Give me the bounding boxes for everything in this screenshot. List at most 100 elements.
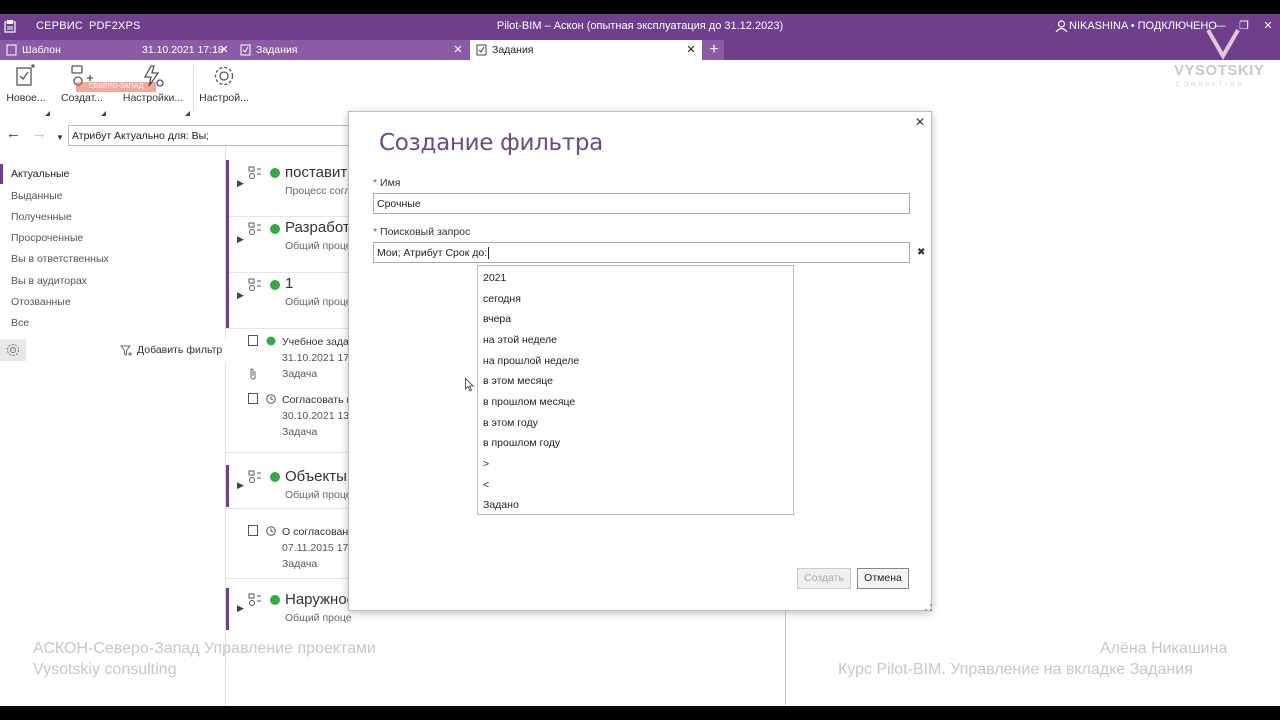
workflow-icon xyxy=(248,222,261,235)
tab-template[interactable]: Шаблон 31.10.2021 17:18 ✕ xyxy=(0,40,232,60)
filter-settings-gear-icon[interactable] xyxy=(0,339,26,361)
title-bar: СЕРВИС PDF2XPS Pilot-BIM – Аскон (опытна… xyxy=(0,14,1280,40)
suggestion-item[interactable]: в прошлом месяце xyxy=(483,396,575,408)
filter-responsible[interactable]: Вы в ответственных xyxy=(0,249,226,269)
mouse-cursor-icon xyxy=(465,378,474,392)
search-query-field[interactable]: Мои; Атрибут Срок до: ✖ xyxy=(373,242,925,263)
caption-company: АСКОН-Северо-Запад Управление проектами xyxy=(33,640,376,657)
tab-template-date: 31.10.2021 17:18 xyxy=(142,44,224,56)
clock-icon xyxy=(266,526,276,536)
group-subtitle: Общий проце xyxy=(285,240,352,252)
back-arrow-icon[interactable]: ← xyxy=(6,126,21,142)
status-dot xyxy=(270,224,280,234)
dialog-close-icon[interactable]: ✕ xyxy=(914,116,926,128)
expand-icon[interactable]: ▶ xyxy=(237,234,244,245)
task-date: 07.11.2015 17:3 xyxy=(282,542,358,554)
suggestion-item[interactable]: < xyxy=(483,479,489,491)
caption-consulting: Vysotskiy consulting xyxy=(33,661,177,678)
suggestion-item[interactable]: на прошлой неделе xyxy=(483,355,579,367)
suggestion-item[interactable]: > xyxy=(483,458,489,470)
pilot-bim-window: СЕРВИС PDF2XPS Pilot-BIM – Аскон (опытна… xyxy=(0,14,1280,706)
suggestion-item[interactable]: в прошлом году xyxy=(483,437,560,449)
expand-icon[interactable]: ▶ xyxy=(237,603,244,614)
suggestion-item[interactable]: в этом году xyxy=(483,417,538,429)
caption-author: Алёна Никашина xyxy=(1100,640,1228,657)
suggestions-dropdown: 2021 сегодня вчера на этой неделе на про… xyxy=(477,265,794,515)
add-filter-link[interactable]: Добавить фильтр xyxy=(137,344,222,356)
configure-button[interactable]: Настрой... xyxy=(198,64,250,116)
lightning-settings-icon xyxy=(143,65,164,87)
suggestion-item[interactable]: 2021 xyxy=(483,272,506,284)
filter-issued[interactable]: Выданные xyxy=(0,186,226,206)
group-subtitle: Процесс согла xyxy=(285,185,357,197)
workflow-icon xyxy=(248,166,261,179)
filter-auditors[interactable]: Вы в аудиторах xyxy=(0,271,226,291)
name-field[interactable]: Срочные xyxy=(373,193,910,214)
forward-arrow-icon[interactable]: → xyxy=(32,126,47,142)
status-dot xyxy=(266,336,276,346)
tab-close-icon[interactable]: ✕ xyxy=(218,40,230,60)
resize-grip-icon[interactable] xyxy=(925,604,932,611)
vysotskiy-logo-icon xyxy=(1206,29,1240,61)
status-dot xyxy=(270,472,280,482)
tab-close-icon[interactable]: ✕ xyxy=(452,40,464,60)
suggestion-item[interactable]: Задано xyxy=(483,499,519,511)
expand-icon[interactable]: ▶ xyxy=(237,290,244,301)
clock-icon xyxy=(266,394,276,404)
create-button[interactable]: Создать xyxy=(797,568,851,589)
filter-received[interactable]: Полученные xyxy=(0,207,226,227)
query-label: * Поисковый запрос xyxy=(373,226,471,238)
filter-all[interactable]: Все xyxy=(0,313,226,333)
filter-revoked[interactable]: Отозванные xyxy=(0,292,226,312)
task-title: Учебное задан xyxy=(282,336,355,348)
tab-tasks-2[interactable]: Задания ✕ xyxy=(470,40,702,60)
suggestion-item[interactable]: на этой неделе xyxy=(483,334,557,346)
cancel-button[interactable]: Отмена xyxy=(857,568,909,589)
suggestion-item[interactable]: вчера xyxy=(483,313,511,325)
document-icon xyxy=(6,44,17,56)
expand-icon[interactable]: ▶ xyxy=(237,178,244,189)
task-title: О согласовани xyxy=(282,526,355,538)
group-subtitle: Общий проце xyxy=(285,296,352,308)
filter-current[interactable]: Актуальные xyxy=(0,164,226,184)
attachment-icon xyxy=(250,368,256,380)
tab-bar: Шаблон 31.10.2021 17:18 ✕ Задания ✕ Зада… xyxy=(0,40,1280,60)
user-icon xyxy=(1055,20,1068,33)
new-button-label: Новое... xyxy=(6,92,46,104)
watermark-text: VYSOTSKIY xyxy=(1174,62,1265,79)
clear-query-icon[interactable]: ✖ xyxy=(917,247,925,258)
search-query-value: Мои; Атрибут Срок до: xyxy=(377,247,488,259)
group-title: поставить xyxy=(285,164,356,181)
settings-button-label: Настройки... xyxy=(122,92,184,104)
search-input[interactable]: Атрибут Актуально для: Вы; xyxy=(68,125,358,146)
create-button-label: Создат... xyxy=(60,92,104,104)
task-checkbox-icon xyxy=(248,393,258,404)
tab-tasks-1[interactable]: Задания ✕ xyxy=(234,40,468,60)
group-title: Разработк xyxy=(285,219,357,236)
task-title: Согласовать п xyxy=(282,394,353,406)
workflow-icon xyxy=(248,470,261,483)
task-checkbox-icon xyxy=(248,335,258,346)
history-dropdown-icon[interactable]: ▼ xyxy=(56,130,64,146)
task-date: 31.10.2021 17:1 xyxy=(282,352,358,364)
status-dot xyxy=(270,280,280,290)
tab-template-label: Шаблон xyxy=(22,44,61,56)
group-title: Наружное xyxy=(285,591,356,608)
workflow-icon xyxy=(248,278,261,291)
new-button[interactable]: Новое... xyxy=(2,64,50,116)
task-kind: Задача xyxy=(282,368,318,380)
tab-tasks-1-label: Задания xyxy=(256,44,298,56)
new-task-icon xyxy=(16,64,35,86)
suggestion-item[interactable]: в этом месяце xyxy=(483,375,553,387)
required-marker: * xyxy=(373,177,381,189)
expand-icon[interactable]: ▶ xyxy=(237,480,244,491)
tab-close-icon[interactable]: ✕ xyxy=(685,40,697,60)
group-subtitle: Общий проце xyxy=(285,489,352,501)
filter-overdue[interactable]: Просроченные xyxy=(0,228,226,248)
add-tab-button[interactable]: + xyxy=(704,40,724,60)
suggestion-item[interactable]: сегодня xyxy=(483,293,521,305)
settings-button[interactable]: Настройки... xyxy=(118,64,190,116)
group-title: 1 xyxy=(285,275,294,292)
tasks-icon xyxy=(476,44,487,56)
task-kind: Задача xyxy=(282,426,318,438)
